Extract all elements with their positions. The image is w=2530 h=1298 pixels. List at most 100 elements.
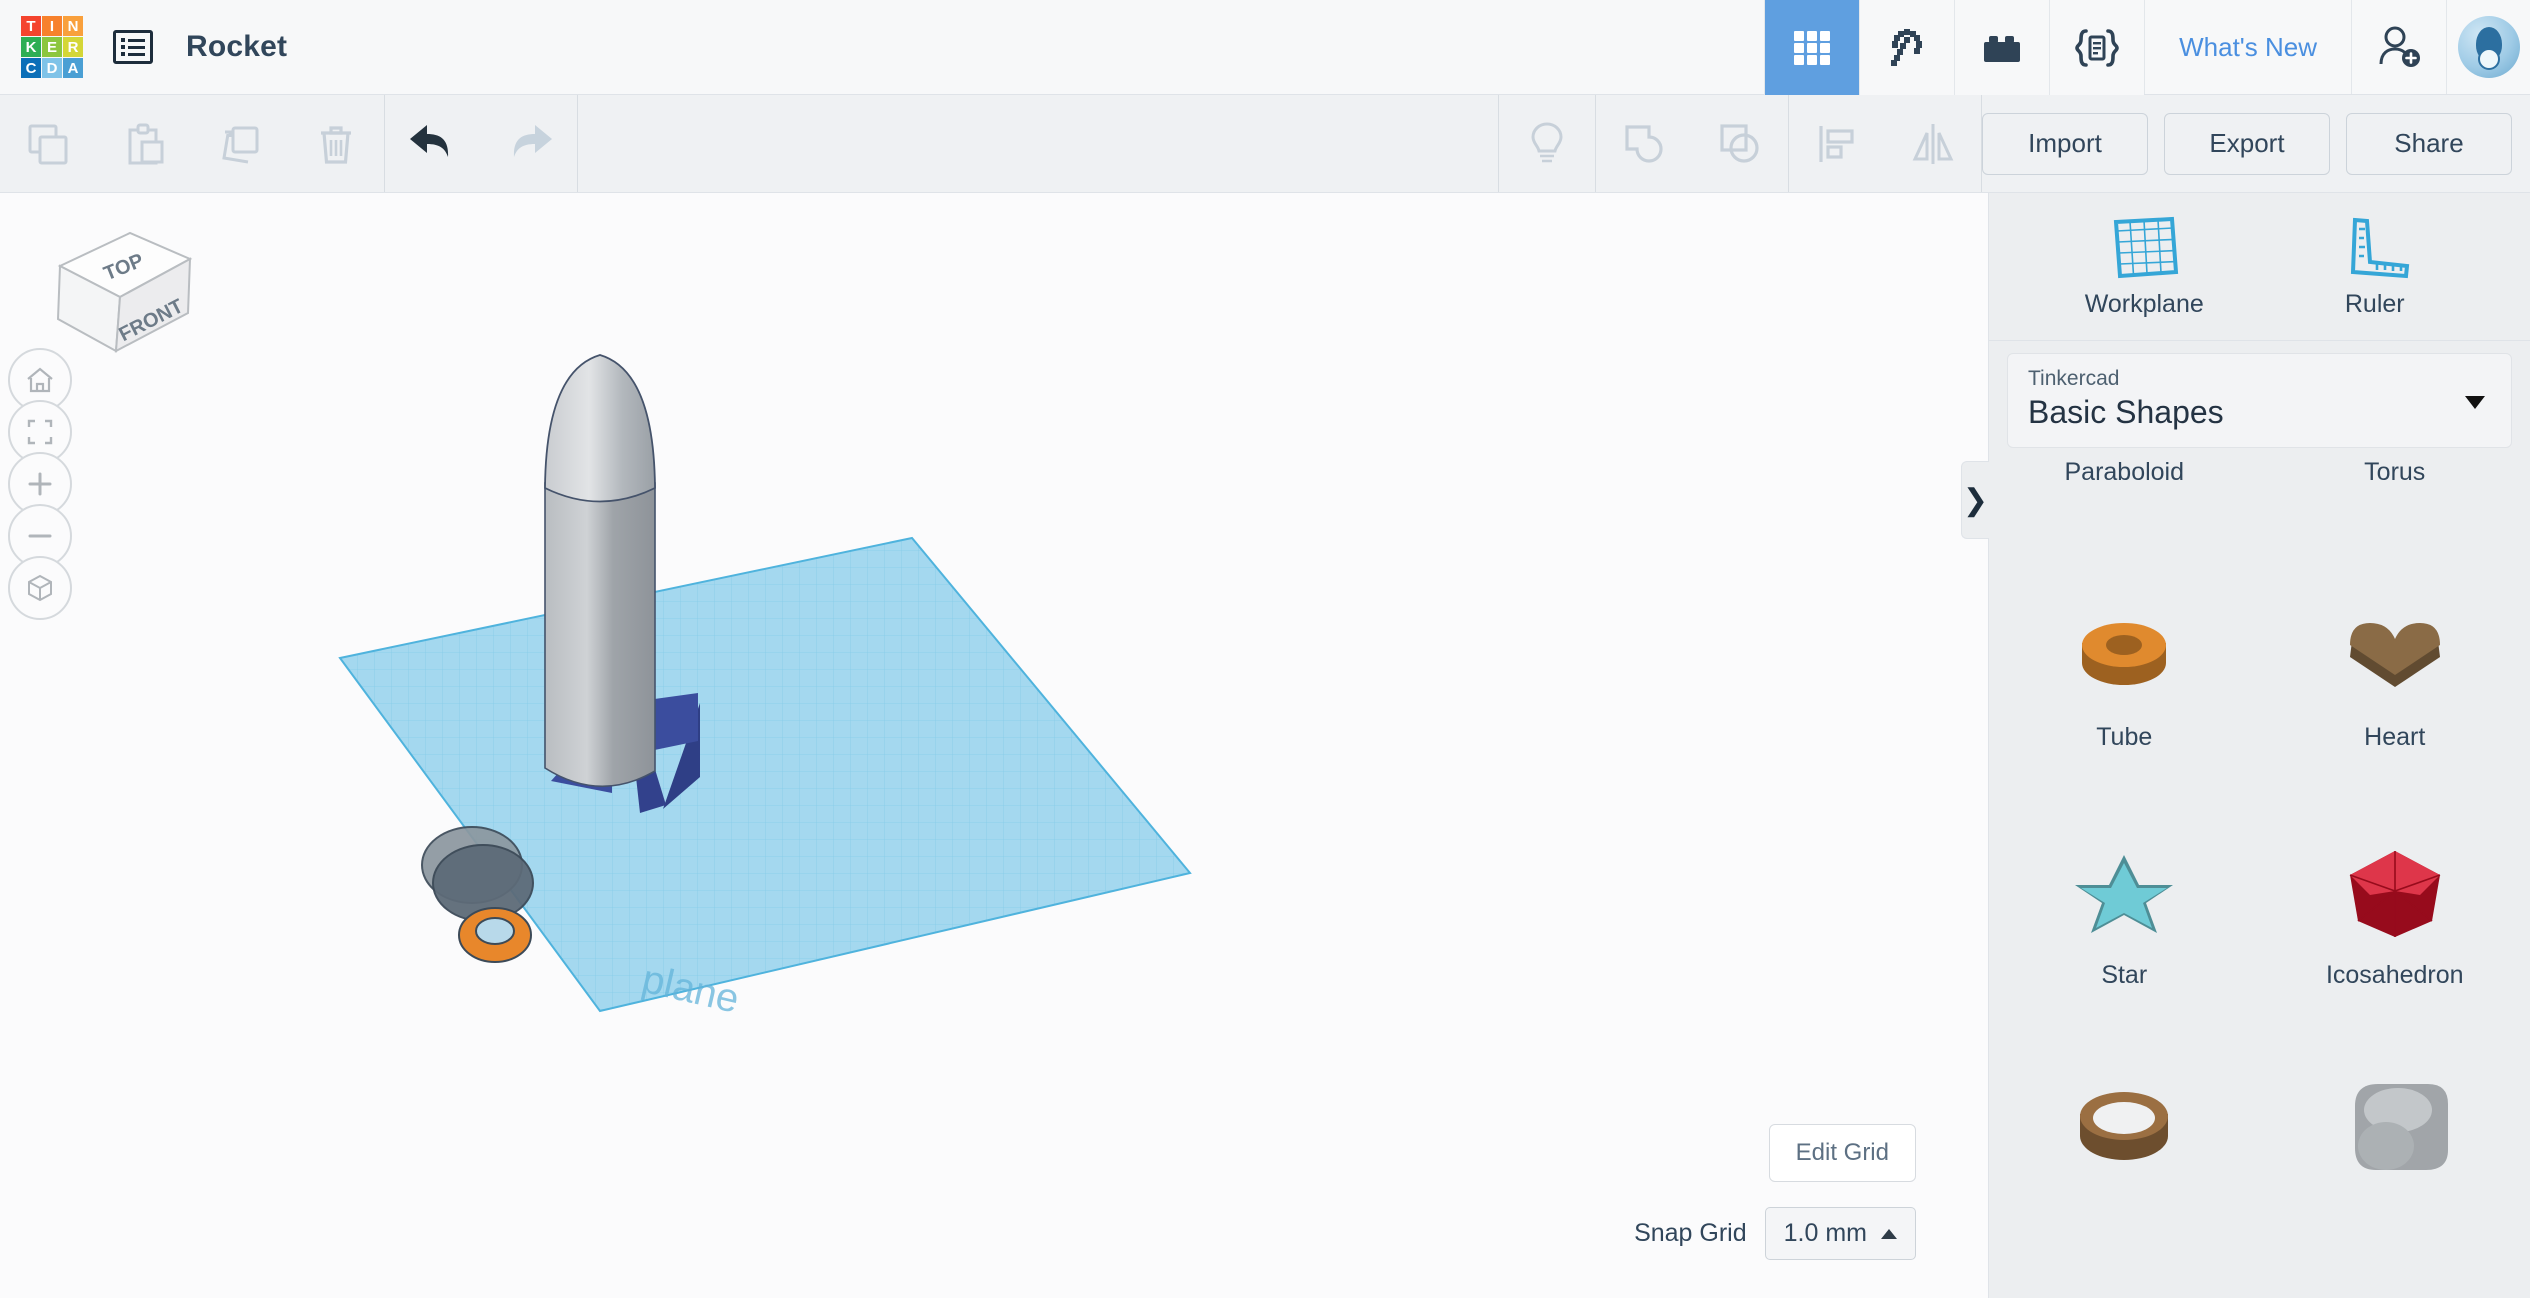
delete-button[interactable] [288,95,384,192]
ruler-icon [2337,214,2413,280]
shape-item-star[interactable]: Star [1989,823,2260,994]
notes-button[interactable] [1499,95,1595,192]
shape-label: Torus [2364,458,2425,491]
shape-item[interactable] [1989,1060,2260,1231]
documents-button[interactable] [102,0,164,94]
3d-viewport[interactable]: plane [0,193,1988,1298]
grid-icon [1790,26,1834,70]
heart-thumbnail [2320,595,2470,707]
edit-tools-group [0,95,384,192]
tube-thumbnail [2049,595,2199,707]
account-button[interactable] [2446,0,2530,94]
share-button[interactable]: Share [2346,113,2512,175]
fit-frame-icon [24,416,56,448]
shape-item-tube[interactable]: Tube [1989,585,2260,756]
top-tool-minecraft[interactable] [1859,0,1954,95]
top-tool-blocks[interactable] [1954,0,2049,95]
mirror-button[interactable] [1885,95,1981,192]
top-tool-grid-view[interactable] [1764,0,1859,95]
panel-collapse-handle[interactable]: ❯ [1961,461,1989,539]
star-thumbnail [2049,833,2199,945]
duplicate-button[interactable] [192,95,288,192]
avatar [2458,16,2520,78]
whats-new-link[interactable]: What's New [2144,0,2351,94]
shape-grid: Paraboloid Torus Tube Heart Star Icosahed… [1989,458,2530,1298]
shapes-panel: ❯ Workplane [1988,193,2530,1298]
shape-label: Tube [2096,723,2152,756]
logo-tile-a: A [63,58,83,78]
plus-icon [25,469,55,499]
mirror-flip-icon [1907,119,1959,169]
panel-tools: Workplane Ruler [1989,193,2530,341]
paste-icon [120,120,168,168]
lego-brick-icon [1979,28,2025,68]
view-cube[interactable]: TOP FRONT [38,211,218,371]
pickaxe-icon [1884,25,1930,71]
redo-button[interactable] [481,95,577,192]
copy-button[interactable] [0,95,96,192]
logo-tile-k: K [21,37,41,57]
logo-tile-e: E [42,37,62,57]
shape-library-select[interactable]: Tinkercad Basic Shapes [2007,353,2512,448]
shape-label-torus[interactable]: Torus [2260,458,2530,518]
workplane-grid-icon [2106,214,2182,280]
tinkercad-logo[interactable]: TINKERCDA [0,0,90,94]
edit-grid-button[interactable]: Edit Grid [1769,1124,1916,1182]
undo-button[interactable] [385,95,481,192]
shape-label: Icosahedron [2326,961,2464,994]
code-braces-icon [2072,26,2122,70]
snap-grid-value: 1.0 mm [1784,1219,1867,1248]
snap-grid-label: Snap Grid [1634,1219,1747,1248]
ring-thumbnail [2049,1070,2199,1182]
duplicate-icon [216,120,264,168]
logo-tile-t: T [21,16,41,36]
top-tool-codeblocks[interactable] [2049,0,2144,95]
shape-thumbnail [2049,595,2199,712]
shape-thumbnail [2320,1070,2470,1187]
shape-thumbnail [2320,595,2470,712]
paste-button[interactable] [96,95,192,192]
shape-item[interactable] [2260,1060,2530,1231]
shape-label-paraboloid[interactable]: Paraboloid [1989,458,2260,518]
top-bar: TINKERCDA Rocket [0,0,2530,95]
rounded-cube-thumbnail [2320,1070,2470,1182]
redo-arrow-icon [501,122,557,166]
rocket-body [545,355,655,786]
topbar-spacer [287,0,1764,94]
history-tools-group [385,95,577,192]
project-title[interactable]: Rocket [186,0,287,94]
top-tool-group [1764,0,2144,95]
snap-grid-select[interactable]: 1.0 mm [1765,1207,1916,1260]
chevron-down-icon [2465,396,2485,409]
logo-tile-d: D [42,58,62,78]
shape-thumbnail [2049,833,2199,950]
edit-toolbar: Import Export Share [0,95,2530,193]
shape-thumbnail [2320,833,2470,950]
invite-people-button[interactable] [2351,0,2446,94]
import-button[interactable]: Import [1982,113,2148,175]
copy-icon [24,120,72,168]
list-document-icon [113,30,153,64]
align-button[interactable] [1789,95,1885,192]
workplane-tool[interactable]: Workplane [2044,214,2244,319]
logo-tile-r: R [63,37,83,57]
minus-icon [25,521,55,551]
ruler-tool-label: Ruler [2345,290,2405,319]
perspective-toggle-button[interactable] [8,556,72,620]
lightbulb-icon [1524,119,1570,169]
workplane-tool-label: Workplane [2085,290,2204,319]
shape-thumbnail [2049,1070,2199,1187]
scene-render: plane [0,193,1988,1298]
shape-item-heart[interactable]: Heart [2260,585,2530,756]
ruler-tool[interactable]: Ruler [2275,214,2475,319]
group-button[interactable] [1596,95,1692,192]
align-icon [1812,119,1862,169]
ungroup-button[interactable] [1692,95,1788,192]
shape-label: Star [2101,961,2147,994]
snap-grid-control: Snap Grid 1.0 mm [1634,1207,1916,1260]
shape-library-select-wrap: Tinkercad Basic Shapes [1989,341,2530,458]
shape-item-icosahedron[interactable]: Icosahedron [2260,823,2530,994]
shape-label: Heart [2364,723,2425,756]
export-button[interactable]: Export [2164,113,2330,175]
logo-tile-i: I [42,16,62,36]
